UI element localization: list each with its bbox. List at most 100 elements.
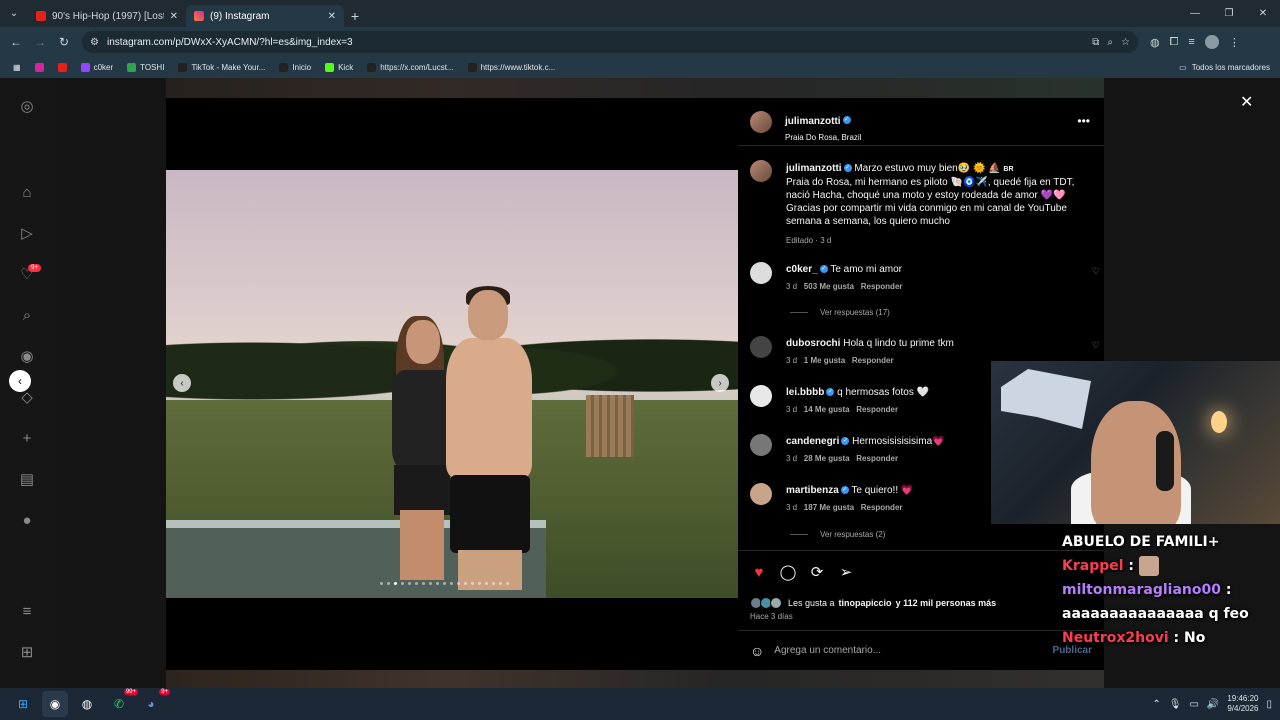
navigation-bar: ← → ↻ ⚙ instagram.com/p/DWxX-XyACMN/?hl=… (0, 27, 1280, 57)
back-icon[interactable]: ← (4, 35, 28, 49)
cast-icon[interactable]: ⧉ (1092, 37, 1099, 48)
emoji-icon[interactable]: ☺ (750, 643, 764, 659)
tab-youtube[interactable]: 90's Hip-Hop (1997) [Lost Dem ✕ (28, 5, 186, 27)
bookmark-item[interactable]: https://www.tiktok.c... (463, 63, 561, 72)
commenter-avatar[interactable] (750, 483, 772, 505)
liker-username[interactable]: tinopapiccio (839, 598, 892, 608)
volume-icon[interactable]: 🔊 (1207, 699, 1219, 710)
comment-likes[interactable]: 28 Me gusta (804, 454, 850, 463)
author-username[interactable]: julimanzotti (785, 116, 841, 127)
zoom-icon[interactable]: ⌕ (1107, 37, 1113, 48)
tab-search-icon[interactable]: ⌄ (0, 0, 28, 27)
commenter-username[interactable]: candenegri (786, 436, 839, 447)
more-options-icon[interactable]: ••• (1077, 114, 1090, 128)
obs-icon[interactable]: ◍ (74, 691, 100, 717)
repost-icon[interactable]: ⟳ (808, 563, 826, 581)
reply-button[interactable]: Responder (856, 454, 898, 463)
restore-icon[interactable]: ❐ (1212, 0, 1246, 27)
clock[interactable]: 19:46:20 9/4/2026 (1227, 694, 1258, 714)
microphone-icon[interactable]: 🎙 (1169, 699, 1182, 710)
close-tab-icon[interactable]: ✕ (170, 11, 178, 22)
comment-input[interactable]: Agrega un comentario... (774, 645, 1042, 656)
comment-likes[interactable]: 503 Me gusta (804, 282, 854, 291)
reading-list-icon[interactable]: ≡ (1188, 36, 1194, 48)
discord-icon[interactable]: ◕ 9+ (138, 689, 170, 717)
reply-button[interactable]: Responder (861, 503, 903, 512)
likes-summary[interactable]: Les gusta a tinopapiccio y 112 mil perso… (750, 597, 996, 609)
like-heart-icon[interactable]: ♥ (750, 563, 768, 581)
comment-likes[interactable]: 187 Me gusta (804, 503, 854, 512)
reply-button[interactable]: Responder (861, 282, 903, 291)
author-avatar[interactable] (750, 111, 772, 133)
commenter-username[interactable]: lei.bbbb (786, 387, 824, 398)
reply-button[interactable]: Responder (852, 356, 894, 365)
view-replies-button[interactable]: Ver respuestas (17) (790, 308, 890, 317)
carousel-next-icon[interactable]: › (711, 374, 729, 392)
site-info-icon[interactable]: ⚙ (90, 37, 99, 48)
address-bar[interactable]: ⚙ instagram.com/p/DWxX-XyACMN/?hl=es&img… (82, 31, 1138, 53)
explore-icon[interactable]: ◉ (17, 346, 37, 366)
comment-icon[interactable]: ◯ (779, 563, 797, 581)
bookmark-item[interactable] (53, 63, 72, 72)
bookmark-item[interactable]: https://x.com/Lucst... (362, 63, 458, 72)
author-avatar[interactable] (750, 160, 772, 182)
reply-button[interactable]: Responder (856, 405, 898, 414)
previous-post-icon[interactable]: ‹ (9, 370, 31, 392)
menu-icon[interactable]: ≡ (17, 601, 37, 621)
close-modal-icon[interactable]: ✕ (1240, 92, 1253, 112)
close-window-icon[interactable]: ✕ (1246, 0, 1280, 27)
tab-instagram[interactable]: (9) Instagram ✕ (186, 5, 344, 27)
extension-icon[interactable]: ◍ (1150, 36, 1160, 49)
bookmark-item[interactable]: Inicio (274, 63, 316, 72)
chrome-icon[interactable]: ◉ (42, 691, 68, 717)
bookmark-item[interactable] (30, 63, 49, 72)
notification-center-icon[interactable]: ▯ (1266, 699, 1272, 710)
caption-username[interactable]: julimanzotti (786, 163, 842, 174)
commenter-username[interactable]: martibenza (786, 485, 839, 496)
reels-icon[interactable]: ▷ (17, 223, 37, 243)
create-icon[interactable]: + (17, 428, 37, 448)
minimize-icon[interactable]: — (1178, 0, 1212, 27)
commenter-avatar[interactable] (750, 262, 772, 284)
extensions-puzzle-icon[interactable]: ⧠ (1170, 36, 1179, 49)
instagram-logo-icon[interactable]: ◎ (17, 96, 37, 116)
like-comment-icon[interactable]: ♡ (1092, 340, 1100, 351)
apps-grid-icon[interactable]: ▦ (8, 63, 26, 72)
view-replies-button[interactable]: Ver respuestas (2) (790, 530, 885, 539)
browser-menu-icon[interactable]: ⋮ (1229, 36, 1240, 49)
more-apps-icon[interactable]: ⊞ (17, 642, 37, 662)
carousel-prev-icon[interactable]: ‹ (173, 374, 191, 392)
share-icon[interactable]: ➢ (837, 563, 855, 581)
home-icon[interactable]: ⌂ (17, 182, 37, 202)
all-bookmarks[interactable]: ▭ Todos los marcadores (1179, 57, 1270, 78)
commenter-avatar[interactable] (750, 336, 772, 358)
commenter-username[interactable]: c0ker_ (786, 264, 818, 275)
bookmark-item[interactable]: c0ker (76, 63, 119, 72)
network-icon[interactable]: ▭ (1189, 699, 1198, 710)
post-time: Hace 3 días (750, 612, 793, 621)
new-tab-button[interactable]: + (344, 8, 366, 27)
bookmark-star-icon[interactable]: ☆ (1121, 37, 1130, 48)
search-icon[interactable]: ⌕ (17, 305, 37, 325)
tray-expand-icon[interactable]: ⌃ (1152, 699, 1160, 710)
carousel-dot (499, 582, 502, 585)
commenter-avatar[interactable] (750, 434, 772, 456)
post-location[interactable]: Praia Do Rosa, Brazil (785, 133, 861, 142)
forward-icon[interactable]: → (28, 35, 52, 49)
commenter-username[interactable]: dubosrochi (786, 338, 840, 349)
like-comment-icon[interactable]: ♡ (1092, 266, 1100, 277)
profile-avatar[interactable] (1204, 35, 1219, 49)
commenter-avatar[interactable] (750, 385, 772, 407)
kick-icon (325, 63, 335, 72)
bookmark-item[interactable]: Kick (320, 63, 358, 72)
bookmark-item[interactable]: TikTok - Make Your... (173, 63, 270, 72)
windows-start-icon[interactable]: ⊞ (10, 691, 36, 717)
reload-icon[interactable]: ↻ (52, 35, 76, 49)
bookmark-item[interactable]: TOSHI (122, 63, 169, 72)
close-tab-icon[interactable]: ✕ (328, 11, 336, 22)
profile-icon[interactable]: ● (17, 510, 37, 530)
whatsapp-icon[interactable]: ✆ 99+ (106, 689, 138, 717)
comment-likes[interactable]: 14 Me gusta (804, 405, 850, 414)
comment-likes[interactable]: 1 Me gusta (804, 356, 845, 365)
dashboard-icon[interactable]: ▤ (17, 469, 37, 489)
